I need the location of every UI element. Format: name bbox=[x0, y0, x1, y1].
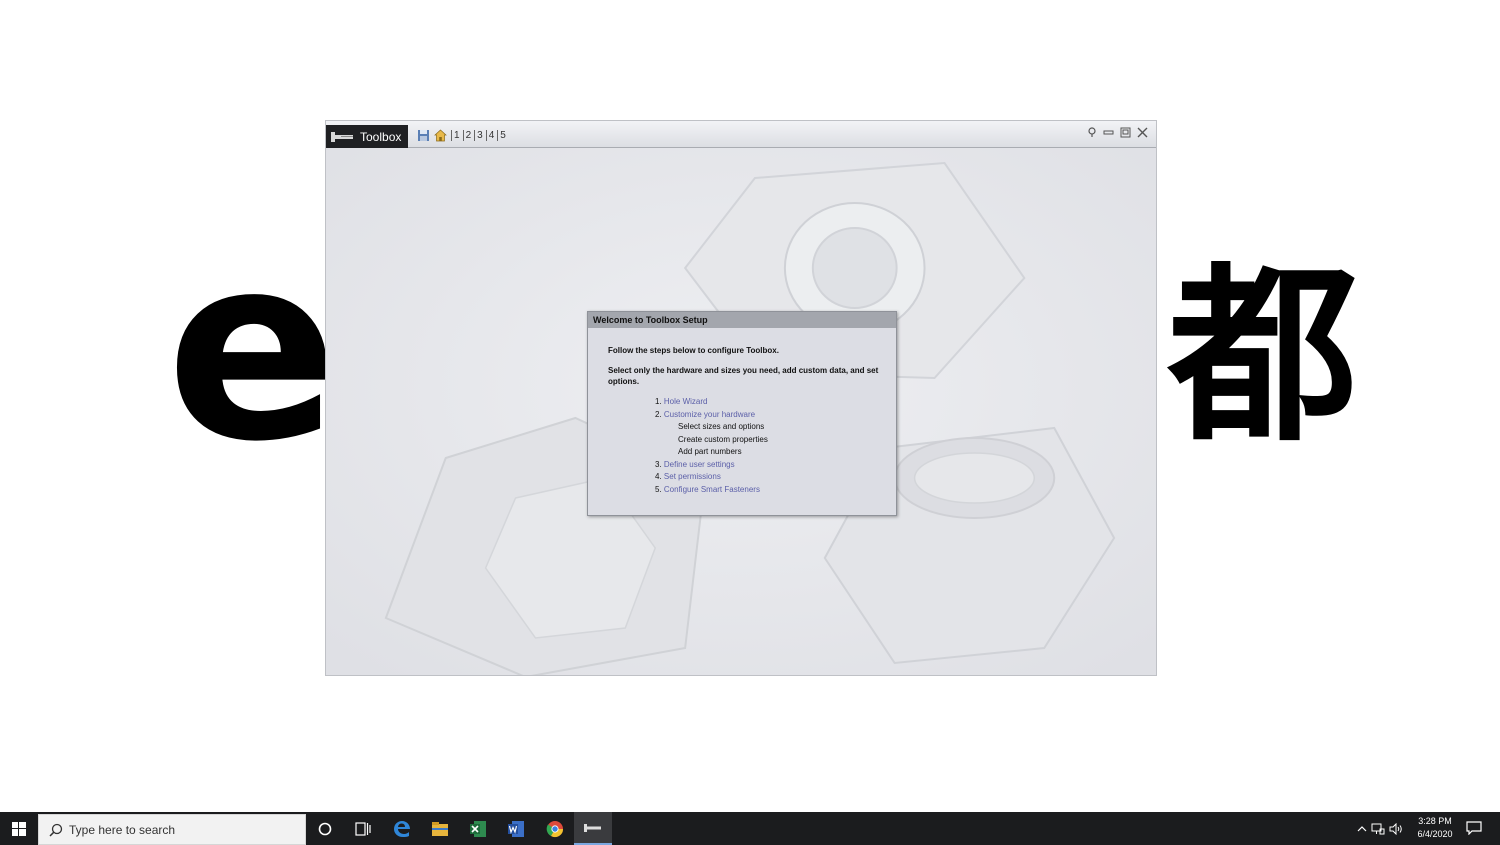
set-permissions-link[interactable]: Set permissions bbox=[664, 472, 721, 481]
clock-date: 6/4/2020 bbox=[1417, 829, 1453, 839]
substep-add-part-numbers: Add part numbers bbox=[678, 447, 742, 456]
edge-button[interactable] bbox=[383, 812, 421, 845]
step-link-4[interactable]: 4 bbox=[485, 129, 498, 141]
step-number: 4. bbox=[655, 472, 662, 481]
word-icon bbox=[508, 820, 524, 837]
step-link-3[interactable]: 3 bbox=[474, 129, 486, 141]
close-icon[interactable] bbox=[1137, 127, 1148, 138]
setup-steps-list: 1. Hole Wizard 2. Customize your hardwar… bbox=[655, 396, 896, 496]
search-placeholder: Type here to search bbox=[69, 822, 176, 837]
substep-create-properties: Create custom properties bbox=[678, 434, 768, 444]
step-number: 5. bbox=[655, 484, 662, 494]
cortana-button[interactable] bbox=[306, 812, 344, 845]
welcome-dialog: Welcome to Toolbox Setup Follow the step… bbox=[587, 311, 897, 516]
action-center-button[interactable] bbox=[1466, 821, 1482, 840]
chrome-icon bbox=[546, 820, 564, 837]
system-clock[interactable]: 3:28 PM 6/4/2020 bbox=[1410, 815, 1460, 841]
customize-hardware-link[interactable]: Customize your hardware bbox=[664, 410, 755, 419]
overlay-cjk-character: 都 bbox=[1168, 246, 1359, 467]
step-link-2[interactable]: 2 bbox=[462, 129, 475, 141]
cortana-icon bbox=[318, 822, 332, 835]
overlay-letter-e: e bbox=[166, 201, 339, 498]
notification-icon bbox=[1466, 821, 1482, 836]
help-icon[interactable] bbox=[1086, 127, 1097, 138]
minimize-icon[interactable] bbox=[1103, 127, 1114, 138]
dialog-instructions-text: Select only the hardware and sizes you n… bbox=[608, 366, 879, 386]
home-icon[interactable] bbox=[434, 129, 447, 142]
step-item-permissions: 4. Set permissions bbox=[655, 471, 896, 484]
hole-wizard-link[interactable]: Hole Wizard bbox=[664, 397, 708, 406]
substep-select-sizes: Select sizes and options bbox=[678, 422, 765, 431]
windows-icon bbox=[12, 821, 26, 836]
dialog-intro-text: Follow the steps below to configure Tool… bbox=[608, 346, 779, 355]
start-button[interactable] bbox=[0, 812, 38, 845]
toolbox-tab[interactable]: Toolbox bbox=[326, 125, 408, 148]
save-icon[interactable] bbox=[417, 129, 430, 142]
network-icon[interactable] bbox=[1369, 823, 1387, 835]
toolbox-window: Toolbox 1 2 3 4 5 Welcome to Toolbox Set… bbox=[325, 120, 1157, 676]
taskbar-search-box[interactable]: Type here to search bbox=[38, 814, 306, 845]
excel-icon bbox=[470, 820, 486, 837]
step-item-hole-wizard: 1. Hole Wizard bbox=[655, 396, 896, 409]
toolbar: 1 2 3 4 5 bbox=[417, 126, 509, 144]
configure-smart-fasteners-link[interactable]: Configure Smart Fasteners bbox=[664, 485, 760, 494]
toolbox-icon bbox=[584, 823, 601, 832]
title-bar: Toolbox 1 2 3 4 5 bbox=[326, 121, 1156, 148]
define-user-settings-link[interactable]: Define user settings bbox=[664, 460, 735, 469]
toolbox-tab-label: Toolbox bbox=[360, 129, 402, 144]
word-button[interactable] bbox=[497, 812, 535, 845]
taskbar: Type here to search 3:28 PM 6/4/2020 bbox=[0, 812, 1500, 845]
task-view-button[interactable] bbox=[344, 812, 382, 845]
file-explorer-button[interactable] bbox=[421, 812, 459, 845]
step-number: 1. bbox=[655, 397, 662, 406]
step-item-customize-hardware: 2. Customize your hardware bbox=[655, 409, 896, 422]
step-number: 3. bbox=[655, 459, 662, 469]
chrome-button[interactable] bbox=[536, 812, 574, 845]
system-tray bbox=[1355, 812, 1405, 845]
volume-icon[interactable] bbox=[1387, 822, 1405, 835]
window-controls bbox=[1086, 127, 1148, 138]
step-number: 2. bbox=[655, 409, 662, 419]
step-item-smart-fasteners: 5. Configure Smart Fasteners bbox=[655, 484, 896, 497]
search-icon bbox=[49, 823, 63, 837]
toolbox-taskbar-button[interactable] bbox=[574, 812, 612, 845]
toolbox-icon bbox=[331, 131, 353, 142]
excel-button[interactable] bbox=[459, 812, 497, 845]
restore-icon[interactable] bbox=[1120, 127, 1131, 138]
dialog-title: Welcome to Toolbox Setup bbox=[588, 312, 896, 328]
edge-icon bbox=[394, 820, 410, 837]
step-item-user-settings: 3. Define user settings bbox=[655, 459, 896, 472]
step-link-5[interactable]: 5 bbox=[497, 129, 509, 141]
clock-time: 3:28 PM bbox=[1418, 816, 1452, 826]
file-explorer-icon bbox=[432, 821, 448, 836]
task-view-icon bbox=[355, 821, 371, 836]
show-hidden-icons-icon[interactable] bbox=[1355, 825, 1369, 832]
dialog-body: Follow the steps below to configure Tool… bbox=[588, 328, 896, 496]
step-link-1[interactable]: 1 bbox=[451, 129, 463, 141]
